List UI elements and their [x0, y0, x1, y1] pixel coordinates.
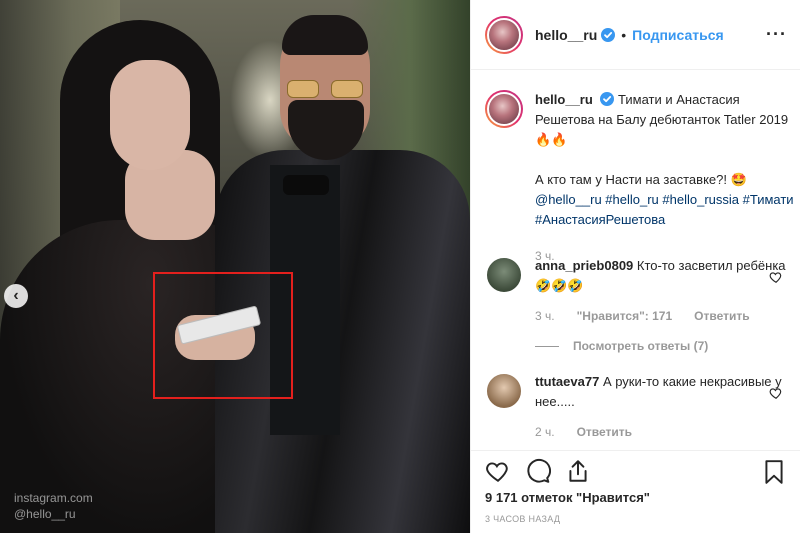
verified-badge-icon	[600, 92, 615, 106]
post-caption: hello__ru Тимати и Анастасия Решетова на…	[485, 90, 795, 266]
post-timestamp: 3 ЧАСОВ НАЗАД	[485, 514, 561, 524]
avatar[interactable]	[485, 256, 523, 294]
watermark-handle: @hello__ru	[14, 507, 76, 521]
caption-question: А кто там у Насти на заставке?! 🤩	[535, 172, 747, 187]
post-side-panel: hello__ru • Подписаться ··· hello__ru Ти…	[470, 0, 800, 533]
caption-tags[interactable]: @hello__ru #hello_ru #hello_russia #Тима…	[535, 190, 795, 230]
share-icon[interactable]	[565, 458, 591, 484]
avatar[interactable]	[485, 90, 523, 128]
watermark-site: instagram.com	[14, 491, 93, 505]
avatar[interactable]	[485, 15, 523, 54]
photo-man-hair	[282, 15, 368, 55]
more-options-icon[interactable]: ···	[766, 24, 787, 45]
comment-username[interactable]: ttutaeva77	[535, 374, 599, 389]
view-replies-button[interactable]: Посмотреть ответы (7)	[535, 336, 795, 356]
caption-username[interactable]: hello__ru	[535, 92, 593, 107]
reply-button[interactable]: Ответить	[577, 422, 632, 442]
comments-list[interactable]: hello__ru Тимати и Анастасия Решетова на…	[471, 70, 800, 450]
avatar[interactable]	[485, 372, 523, 410]
photo-man-bowtie	[283, 175, 329, 195]
replies-divider	[535, 345, 559, 347]
likes-count[interactable]: 9 171 отметок "Нравится"	[485, 490, 650, 505]
previous-photo-button[interactable]: ‹	[4, 284, 28, 308]
comment-like-heart-icon[interactable]	[769, 386, 783, 400]
post-photo[interactable]: ‹ instagram.com @hello__ru	[0, 0, 470, 533]
photo-man-glasses	[287, 80, 363, 98]
comment-likes[interactable]: "Нравится": 171	[577, 306, 673, 326]
comment-time: 3 ч.	[535, 309, 555, 323]
comment-username[interactable]: anna_prieb0809	[535, 258, 633, 273]
heart-icon[interactable]	[485, 458, 511, 484]
post-actions-bar	[471, 450, 800, 490]
view-replies-label: Посмотреть ответы (7)	[573, 339, 709, 353]
comment-like-heart-icon[interactable]	[769, 270, 783, 284]
header-username[interactable]: hello__ru	[535, 27, 597, 43]
post-header: hello__ru • Подписаться ···	[471, 0, 800, 70]
reply-button[interactable]: Ответить	[694, 306, 749, 326]
highlight-box	[153, 272, 293, 399]
photo-watermark: instagram.com @hello__ru	[14, 490, 93, 522]
follow-button[interactable]: Подписаться	[632, 27, 724, 43]
comment-time: 2 ч.	[535, 425, 555, 439]
comment-icon[interactable]	[525, 458, 551, 484]
comment-item: ttutaeva77 А руки-то какие некрасивые у …	[485, 372, 795, 442]
verified-badge-icon	[601, 27, 616, 42]
photo-woman-face	[110, 60, 190, 170]
bookmark-icon[interactable]	[761, 459, 787, 485]
comment-item: anna_prieb0809 Кто-то засветил ребёнка 🤣…	[485, 256, 795, 356]
header-separator: •	[621, 26, 627, 43]
